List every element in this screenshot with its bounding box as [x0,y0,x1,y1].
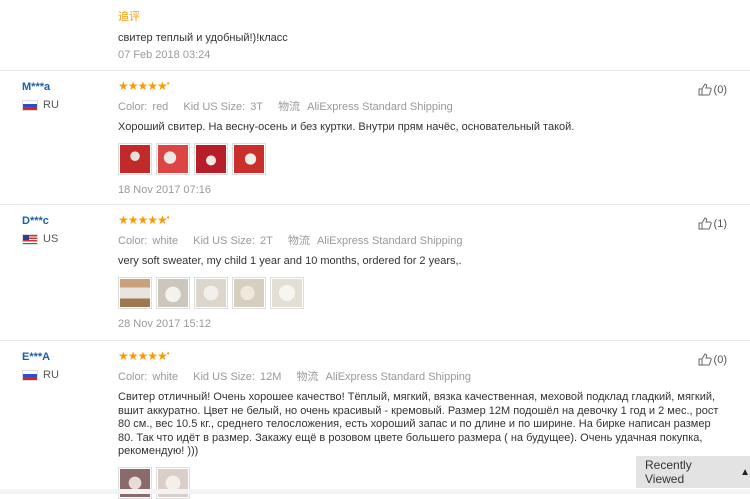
review-meta: Color: red Kid US Size: 3T 物流 AliExpress… [118,98,720,114]
us-flag-icon [22,233,38,245]
shipping-label: 物流 [287,235,310,247]
review-photos [118,276,720,309]
size-label: Kid US Size: [183,101,246,113]
rating-dot-icon: • [166,349,170,358]
star-rating: ★★★★★• [118,213,720,227]
size-label: Kid US Size: [193,371,255,383]
review-text: Хороший свитер. На весну-осень и без кур… [118,121,575,133]
size-value: 2T [259,235,273,247]
review-photo[interactable] [156,276,190,309]
thumbs-up-icon [698,217,712,230]
chevron-up-icon: ▲ [740,466,750,478]
country-code: US [43,233,59,245]
review-meta: Color: white Kid US Size: 12M 物流 AliExpr… [118,368,720,384]
helpful-count: (1) [713,217,727,230]
review-text: very soft sweater, my child 1 year and 1… [118,255,462,267]
followup-text: свитер теплый и удобный!)!класс [118,32,288,44]
rating-dot-icon: • [166,79,170,88]
reviewer-country: RU [22,369,59,381]
color-label: Color: [118,235,148,247]
followup-section: 追评 свитер теплый и удобный!)!класс 07 Fe… [118,8,288,61]
reviewer-country: RU [22,99,59,111]
followup-label: 追评 [118,11,140,23]
helpful-count: (0) [713,83,727,96]
stars-glyphs: ★★★★★ [118,349,168,363]
shipping-method: AliExpress Standard Shipping [316,235,463,247]
review-photo[interactable] [156,142,190,175]
helpful-button[interactable]: (1) [698,217,727,230]
shipping-method: AliExpress Standard Shipping [307,101,453,113]
review-body: ★★★★★• Color: white Kid US Size: 2T 物流 A… [118,213,720,330]
review-text: Свитер отличный! Очень хорошее качество!… [118,391,719,457]
review-photo[interactable] [118,142,152,175]
shipping-method: AliExpress Standard Shipping [325,371,472,383]
recently-viewed-tab[interactable]: Recently Viewed ▲ [636,456,750,488]
review-date: 28 Nov 2017 15:12 [118,317,211,330]
review-item: D***c US ★★★★★• Color: white Kid US Size… [0,204,750,341]
review-meta: Color: white Kid US Size: 2T 物流 AliExpre… [118,232,720,248]
review-photo[interactable] [194,276,228,309]
helpful-count: (0) [713,353,727,366]
color-value: red [152,101,169,113]
stars-glyphs: ★★★★★ [118,213,168,227]
reviewer-country: US [22,233,58,245]
review-body: ★★★★★• Color: red Kid US Size: 3T 物流 Ali… [118,79,720,196]
reviewer-info: D***c US [22,215,58,245]
thumbs-up-icon [698,353,712,366]
thumbs-up-icon [698,83,712,96]
ru-flag-icon [22,369,38,381]
size-value: 12M [259,371,282,383]
star-rating: ★★★★★• [118,349,720,363]
review-date: 18 Nov 2017 07:16 [118,183,211,196]
size-label: Kid US Size: [193,235,255,247]
country-code: RU [43,99,59,111]
reviewer-info: E***A RU [22,351,59,381]
page-bottom-bar [0,489,750,494]
helpful-button[interactable]: (0) [698,353,727,366]
review-photo[interactable] [232,276,266,309]
review-item: M***a RU ★★★★★• Color: red Kid US Size: … [0,70,750,205]
review-photo[interactable] [270,276,304,309]
review-photo[interactable] [194,142,228,175]
country-code: RU [43,369,59,381]
shipping-label: 物流 [278,101,301,113]
rating-dot-icon: • [166,213,170,222]
reviewer-name[interactable]: D***c [22,215,58,227]
reviewer-name[interactable]: M***a [22,81,59,93]
recently-viewed-label: Recently Viewed [645,458,692,486]
color-label: Color: [118,371,148,383]
reviewer-info: M***a RU [22,81,59,111]
size-value: 3T [250,101,264,113]
color-label: Color: [118,101,148,113]
ru-flag-icon [22,99,38,111]
review-photo[interactable] [232,142,266,175]
color-value: white [152,371,179,383]
stars-glyphs: ★★★★★ [118,79,168,93]
color-value: white [152,235,179,247]
review-photo[interactable] [118,276,152,309]
shipping-label: 物流 [296,371,319,383]
followup-date: 07 Feb 2018 03:24 [118,49,211,61]
reviewer-name[interactable]: E***A [22,351,59,363]
review-photos [118,142,720,175]
review-body: ★★★★★• Color: white Kid US Size: 12M 物流 … [118,349,720,499]
helpful-button[interactable]: (0) [698,83,727,96]
star-rating: ★★★★★• [118,79,720,93]
